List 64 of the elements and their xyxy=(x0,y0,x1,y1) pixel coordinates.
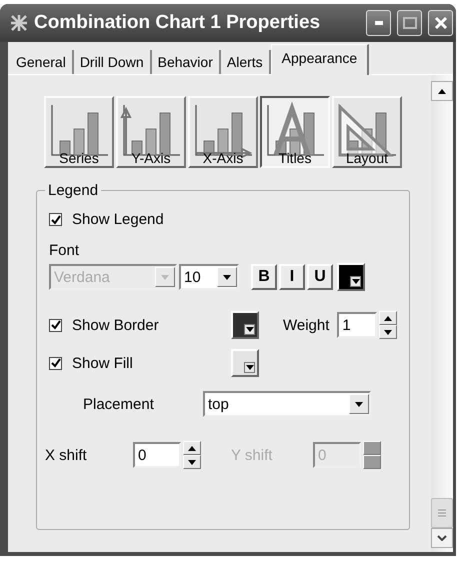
placement-label: Placement xyxy=(83,396,155,412)
tab[interactable]: Behavior xyxy=(152,50,221,74)
dropdown-button[interactable] xyxy=(349,394,369,414)
button-label: Layout xyxy=(344,150,390,166)
shift-label: X shift xyxy=(45,446,88,464)
caret-icon xyxy=(188,446,196,450)
caret-icon xyxy=(161,274,169,280)
chart-section-button[interactable]: Y-Axis xyxy=(116,96,186,168)
button-label: Series xyxy=(58,150,100,166)
placement-dropdown[interactable]: top xyxy=(203,391,371,417)
checkbox[interactable] xyxy=(49,318,62,332)
weight-field[interactable]: 1 xyxy=(337,312,378,338)
border-color-button[interactable] xyxy=(231,311,259,339)
caret-icon xyxy=(384,316,392,320)
font-color-button[interactable] xyxy=(337,263,365,291)
scroll-up-button[interactable] xyxy=(431,81,453,101)
minimize-icon xyxy=(374,21,382,25)
tab[interactable]: Appearance xyxy=(270,44,370,75)
group-title: Legend xyxy=(47,182,100,199)
spin-buttons[interactable] xyxy=(183,441,201,469)
checkbox-label: Show Border xyxy=(72,316,159,334)
scroll-thumb[interactable] xyxy=(431,498,453,528)
caret-icon xyxy=(246,365,254,370)
close-button[interactable] xyxy=(428,10,453,36)
close-icon xyxy=(434,16,448,30)
caret-icon xyxy=(188,460,196,464)
font-label: Font xyxy=(49,242,80,259)
caret-icon xyxy=(355,402,363,406)
size-dropdown[interactable]: 10 xyxy=(179,264,239,290)
checkbox[interactable] xyxy=(49,356,62,370)
caret-icon xyxy=(352,279,360,284)
checkbox[interactable] xyxy=(49,213,62,226)
font-style-button[interactable]: B xyxy=(251,264,277,290)
caret-icon xyxy=(223,274,231,280)
button-label: Y-Axis xyxy=(130,150,172,166)
shift-field[interactable]: 0 xyxy=(133,442,181,468)
maximize-icon xyxy=(402,17,416,29)
window-title: Combination Chart 1 Properties xyxy=(34,12,322,34)
minimize-button[interactable] xyxy=(366,10,391,36)
chart-section-button[interactable]: Titles xyxy=(260,96,330,168)
chart-section-button[interactable]: X-Axis xyxy=(188,96,258,168)
weight-label: Weight xyxy=(283,316,330,334)
fill-color-button[interactable] xyxy=(231,349,259,377)
shift-label: Y shift xyxy=(231,446,274,464)
maximize-button[interactable] xyxy=(397,10,422,36)
tab[interactable]: General xyxy=(10,50,74,74)
tab[interactable]: Drill Down xyxy=(74,50,152,74)
caret-icon xyxy=(438,88,446,94)
font-style-button[interactable]: I xyxy=(279,264,305,290)
caret-icon xyxy=(246,327,254,332)
checkbox-label: Show Fill xyxy=(72,354,133,372)
spin-buttons[interactable] xyxy=(379,311,398,339)
chart-section-button[interactable]: Series xyxy=(44,96,114,168)
button-label: Titles xyxy=(278,150,312,166)
button-label: X-Axis xyxy=(202,150,244,166)
dropdown-button[interactable] xyxy=(217,267,237,287)
checkbox-label: Show Legend xyxy=(72,211,164,228)
app-icon xyxy=(10,14,28,32)
chevron-down-icon xyxy=(437,535,447,541)
chart-section-button[interactable]: Layout xyxy=(332,96,402,168)
caret-icon xyxy=(384,330,392,334)
font-style-button[interactable]: U xyxy=(307,264,333,290)
grip-icon xyxy=(438,508,446,518)
scroll-down-button[interactable] xyxy=(431,528,453,548)
